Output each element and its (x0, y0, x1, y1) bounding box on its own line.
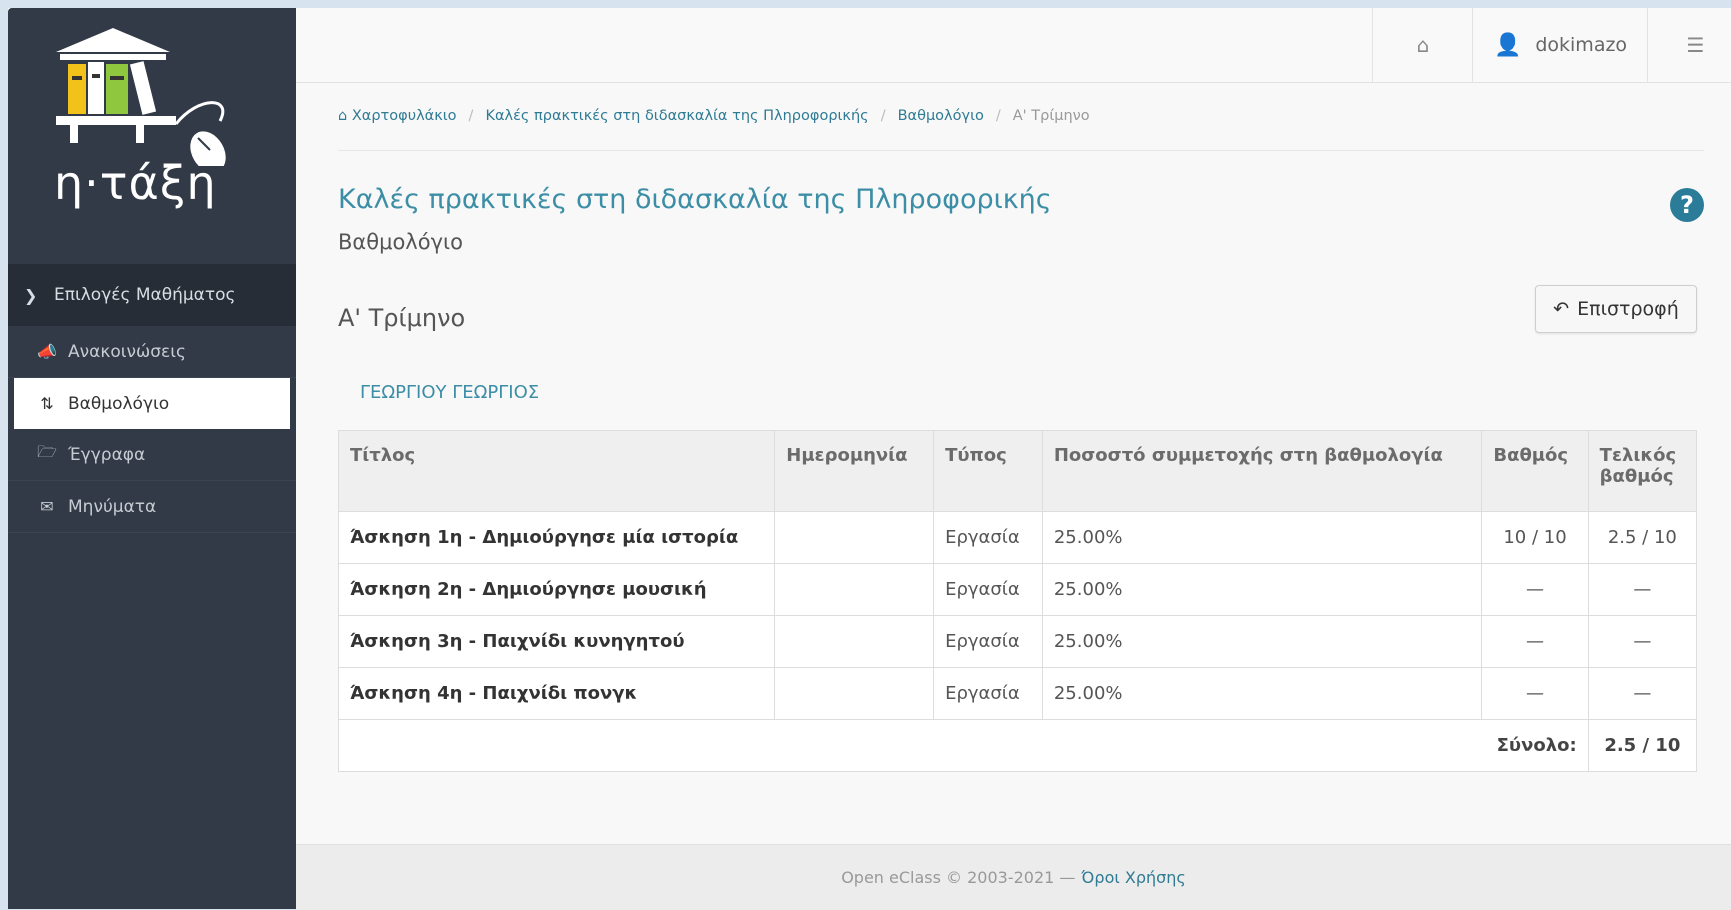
sidebar: η·τάξη ❯ Επιλογές Μαθήματος 📣 Ανακοινώσε… (8, 8, 296, 909)
row-percent: 25.00% (1041, 511, 1483, 564)
username: dokimazo (1535, 34, 1628, 56)
col-percent: Ποσοστό συμμετοχής στη βαθμολογία (1041, 430, 1483, 512)
row-date (774, 667, 935, 720)
row-final: — (1587, 563, 1698, 616)
course-options-toggle[interactable]: ❯ Επιλογές Μαθήματος (8, 264, 296, 326)
row-percent: 25.00% (1041, 667, 1483, 720)
row-date (774, 615, 935, 668)
breadcrumb-separator: / (468, 108, 474, 124)
sidebar-item-label: Βαθμολόγιο (68, 393, 170, 414)
row-date (774, 563, 935, 616)
page-title: Καλές πρακτικές στη διδασκαλία της Πληρο… (338, 184, 1052, 215)
breadcrumb-current: Α' Τρίμηνο (1012, 108, 1090, 124)
settings-button[interactable]: ☰ (1647, 8, 1731, 82)
grades-table: Τίτλος Ημερομηνία Τύπος Ποσοστό συμμετοχ… (337, 430, 1698, 772)
row-grade: — (1481, 615, 1589, 668)
megaphone-icon: 📣 (37, 342, 57, 361)
table-row: Άσκηση 4η - Παιχνίδι πονγκ Εργασία 25.00… (337, 667, 1698, 720)
col-final: Τελικός βαθμός (1587, 430, 1698, 512)
course-options-label: Επιλογές Μαθήματος (54, 285, 236, 305)
row-date (774, 511, 935, 564)
student-name[interactable]: ΓΕΩΡΓΙΟΥ ΓΕΩΡΓΙΟΣ (360, 382, 539, 403)
row-grade: 10 / 10 (1481, 511, 1589, 564)
row-type: Εργασία (933, 563, 1043, 616)
total-label: Σύνολο: (338, 719, 1589, 772)
back-button-label: Επιστροφή (1577, 298, 1679, 320)
sidebar-item-documents[interactable]: 🗁 Έγγραφα (8, 429, 296, 481)
back-button[interactable]: ↶ Επιστροφή (1535, 285, 1697, 333)
logo[interactable]: η·τάξη (8, 8, 296, 264)
breadcrumb-separator: / (880, 108, 886, 124)
row-percent: 25.00% (1041, 615, 1483, 668)
col-type: Τύπος (933, 430, 1043, 512)
footer-copyright: Open eClass © 2003-2021 — (841, 868, 1076, 887)
sidebar-item-announcements[interactable]: 📣 Ανακοινώσεις (8, 326, 296, 378)
app-window: η·τάξη ❯ Επιλογές Μαθήματος 📣 Ανακοινώσε… (8, 8, 1731, 910)
row-type: Εργασία (933, 511, 1043, 564)
col-date: Ημερομηνία (774, 430, 935, 512)
user-icon: 👤 (1493, 32, 1522, 58)
breadcrumb: ⌂ Χαρτοφυλάκιο / Καλές πρακτικές στη διδ… (338, 82, 1704, 151)
footer: Open eClass © 2003-2021 — Όροι Χρήσης (296, 844, 1731, 910)
row-title: Άσκηση 4η - Παιχνίδι πονγκ (337, 667, 776, 720)
total-row: Σύνολο: 2.5 / 10 (338, 719, 1698, 772)
table-row: Άσκηση 3η - Παιχνίδι κυνηγητού Εργασία 2… (337, 615, 1698, 668)
home-icon: ⌂ (338, 108, 352, 124)
library-logo-icon (56, 28, 226, 166)
row-final: — (1587, 615, 1698, 668)
sidebar-item-label: Έγγραφα (68, 444, 146, 465)
help-icon[interactable]: ? (1670, 188, 1704, 222)
sort-icon: ⇅ (40, 394, 54, 413)
table-row: Άσκηση 1η - Δημιούργησε μία ιστορία Εργα… (337, 511, 1698, 564)
home-button[interactable]: ⌂ (1372, 8, 1473, 82)
row-final: — (1587, 667, 1698, 720)
total-value: 2.5 / 10 (1587, 719, 1698, 772)
row-type: Εργασία (933, 615, 1043, 668)
sidebar-item-label: Ανακοινώσεις (68, 341, 186, 362)
user-menu[interactable]: 👤 dokimazo (1472, 8, 1648, 82)
sliders-icon: ☰ (1686, 33, 1705, 57)
row-grade: — (1481, 563, 1589, 616)
breadcrumb-separator: / (995, 108, 1001, 124)
breadcrumb-gradebook[interactable]: Βαθμολόγιο (898, 108, 984, 124)
reply-arrow-icon: ↶ (1553, 298, 1570, 320)
sidebar-item-label: Μηνύματα (68, 496, 157, 517)
row-title: Άσκηση 1η - Δημιούργησε μία ιστορία (337, 511, 776, 564)
row-final: 2.5 / 10 (1587, 511, 1698, 564)
section-title: Α' Τρίμηνο (338, 304, 466, 332)
table-header-row: Τίτλος Ημερομηνία Τύπος Ποσοστό συμμετοχ… (337, 430, 1698, 512)
row-percent: 25.00% (1041, 563, 1483, 616)
terms-link[interactable]: Όροι Χρήσης (1081, 868, 1185, 887)
row-title: Άσκηση 3η - Παιχνίδι κυνηγητού (337, 615, 776, 668)
home-icon: ⌂ (1416, 33, 1430, 57)
breadcrumb-course[interactable]: Καλές πρακτικές στη διδασκαλία της Πληρο… (485, 108, 868, 124)
row-grade: — (1481, 667, 1589, 720)
envelope-icon: ✉ (40, 497, 54, 516)
table-row: Άσκηση 2η - Δημιούργησε μουσική Εργασία … (337, 563, 1698, 616)
sidebar-item-messages[interactable]: ✉ Μηνύματα (8, 481, 296, 533)
logo-text: η·τάξη (54, 156, 217, 210)
main-content: ⌂ Χαρτοφυλάκιο / Καλές πρακτικές στη διδ… (337, 82, 1704, 772)
row-title: Άσκηση 2η - Δημιούργησε μουσική (337, 563, 776, 616)
col-grade: Βαθμός (1481, 430, 1589, 512)
chevron-down-icon: ❯ (24, 285, 38, 305)
row-type: Εργασία (933, 667, 1043, 720)
top-bar: ⌂ 👤 dokimazo ☰ (296, 8, 1731, 83)
sidebar-item-gradebook[interactable]: ⇅ Βαθμολόγιο (14, 378, 290, 429)
breadcrumb-portfolio[interactable]: ⌂ Χαρτοφυλάκιο (338, 108, 457, 124)
folder-open-icon: 🗁 (37, 442, 57, 461)
col-title: Τίτλος (337, 430, 776, 512)
page-subtitle: Βαθμολόγιο (338, 230, 463, 254)
